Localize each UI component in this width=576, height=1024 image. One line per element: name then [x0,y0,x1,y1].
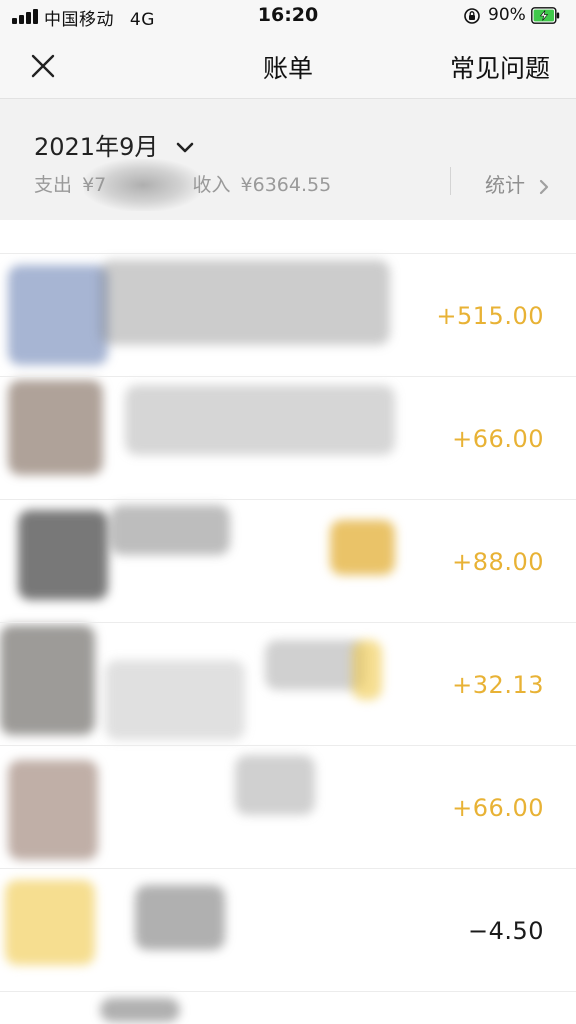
orientation-lock-icon [464,8,480,24]
month-selector[interactable]: 2021年9月 [34,127,194,162]
transaction-row[interactable]: −4.50 [0,868,576,992]
transaction-amount: +66.00 [452,424,544,453]
transaction-row[interactable]: +88.00 [0,499,576,623]
income-total: ¥6364.55 [240,174,332,196]
redaction-smudge [84,159,202,211]
status-bar: 中国移动 4G 16:20 90% [0,0,576,34]
transaction-row[interactable]: +66.00 [0,376,576,500]
transaction-row[interactable]: +32.13 [0,622,576,746]
month-label: 2021年9月 [34,133,159,161]
chevron-right-icon [540,179,549,194]
expense-label: 支出 [34,174,73,196]
transaction-list: +515.00 +66.00 +88.00 +32.13 +66.00 −4.5… [0,220,576,1024]
transaction-row[interactable]: +515.00 [0,253,576,377]
transaction-amount: −4.50 [467,916,544,945]
battery-charging-icon [531,7,560,24]
transaction-amount: +515.00 [436,301,544,330]
navigation-bar: 账单 常见问题 [0,34,576,99]
transaction-row[interactable] [0,991,576,1024]
transaction-amount: +66.00 [452,793,544,822]
month-summary: 2021年9月 支出 ¥7 收入 ¥6364.55 统计 [0,99,576,220]
chevron-down-icon [176,142,194,153]
statistics-label: 统计 [485,173,525,197]
transaction-amount: +32.13 [452,670,544,699]
bill-screen: 中国移动 4G 16:20 90% 账单 常见问题 2021年9月 支出 收入 … [0,0,576,1024]
transaction-row[interactable]: +66.00 [0,745,576,869]
battery-percent: 90% [488,5,526,25]
statistics-button[interactable]: 统计 [485,169,549,198]
faq-button[interactable]: 常见问题 [450,49,550,85]
transaction-amount: +88.00 [452,547,544,576]
divider [450,167,451,195]
